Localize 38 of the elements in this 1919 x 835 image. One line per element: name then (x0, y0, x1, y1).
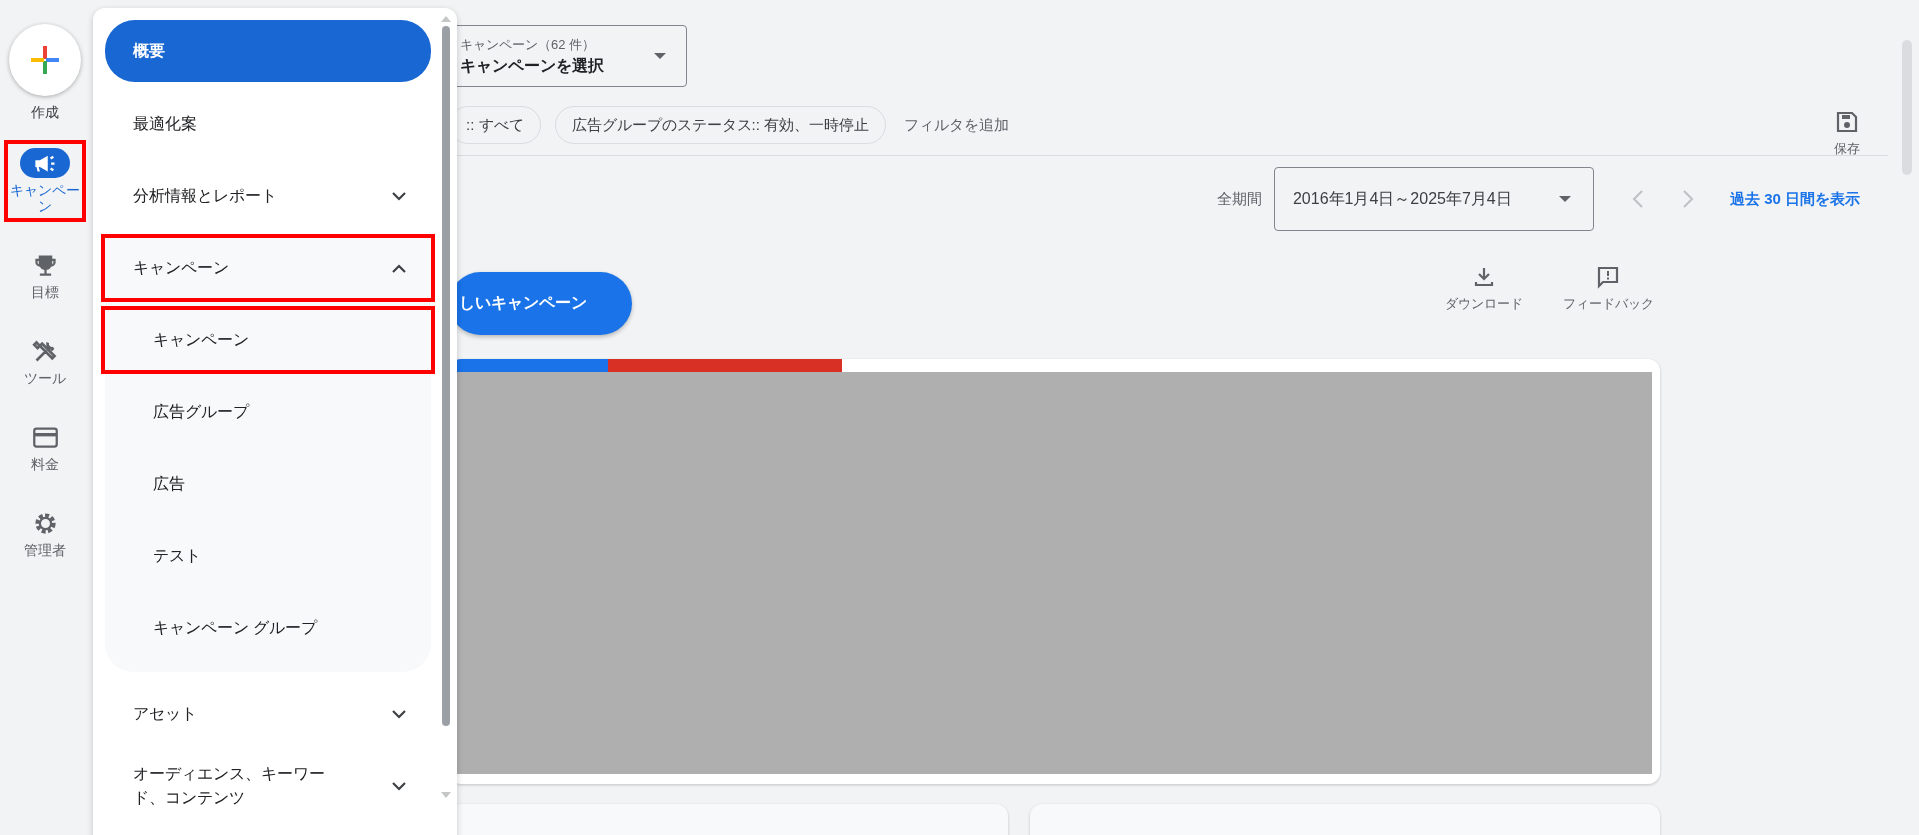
save-button[interactable]: 保存 (1834, 110, 1860, 158)
chevron-down-icon (391, 781, 407, 791)
download-icon (1472, 265, 1496, 289)
create-button[interactable] (9, 24, 81, 96)
menu-item[interactable]: オーディエンス、キーワード、コンテンツ (105, 756, 431, 816)
submenu-item[interactable]: テスト (105, 526, 431, 586)
rail-nav-item[interactable]: ツール (8, 332, 82, 390)
show-last-30-days-link[interactable]: 過去 30 日間を表示 (1729, 189, 1860, 209)
rail-nav-item[interactable]: 料金 (8, 418, 82, 476)
chevron-down-icon (391, 191, 407, 201)
menu-item[interactable]: キャンペーン (105, 238, 431, 298)
menu-item[interactable]: アセット (105, 684, 431, 744)
rail-nav-item[interactable]: キャンペーン (8, 144, 82, 218)
submenu-item[interactable]: キャンペーン グループ (105, 598, 431, 658)
submenu-item[interactable]: 広告グループ (105, 382, 431, 442)
scroll-down-arrow-icon[interactable] (441, 792, 451, 798)
date-range-dropdown[interactable]: 2016年1月4日～2025年7月4日 (1273, 167, 1594, 231)
chevron-up-icon (391, 263, 407, 273)
date-range-label: 全期間 (1216, 189, 1262, 209)
create-label: 作成 (31, 104, 59, 122)
rail-nav-item[interactable]: 目標 (8, 246, 82, 304)
caret-icon (1558, 196, 1571, 202)
menu-item[interactable]: 最適化案 (105, 94, 431, 154)
caret-icon (654, 53, 666, 59)
add-filter-link[interactable]: フィルタを追加 (904, 115, 1010, 135)
menu-item[interactable]: 概要 (105, 20, 431, 82)
chevron-left-icon[interactable] (1631, 189, 1644, 209)
feedback-icon (1596, 265, 1620, 289)
rail-nav-item[interactable]: 管理者 (8, 504, 82, 562)
download-button[interactable]: ダウンロード (1434, 265, 1534, 312)
scroll-up-arrow-icon[interactable] (441, 16, 451, 22)
chevron-down-icon (391, 709, 407, 719)
save-icon (1835, 110, 1859, 134)
menu-item[interactable]: 分析情報とレポート (105, 166, 431, 226)
submenu-item[interactable]: 広告 (105, 454, 431, 514)
chevron-right-icon[interactable] (1681, 189, 1694, 209)
plus-icon (31, 46, 59, 74)
feedback-button[interactable]: フィードバック (1558, 265, 1658, 312)
